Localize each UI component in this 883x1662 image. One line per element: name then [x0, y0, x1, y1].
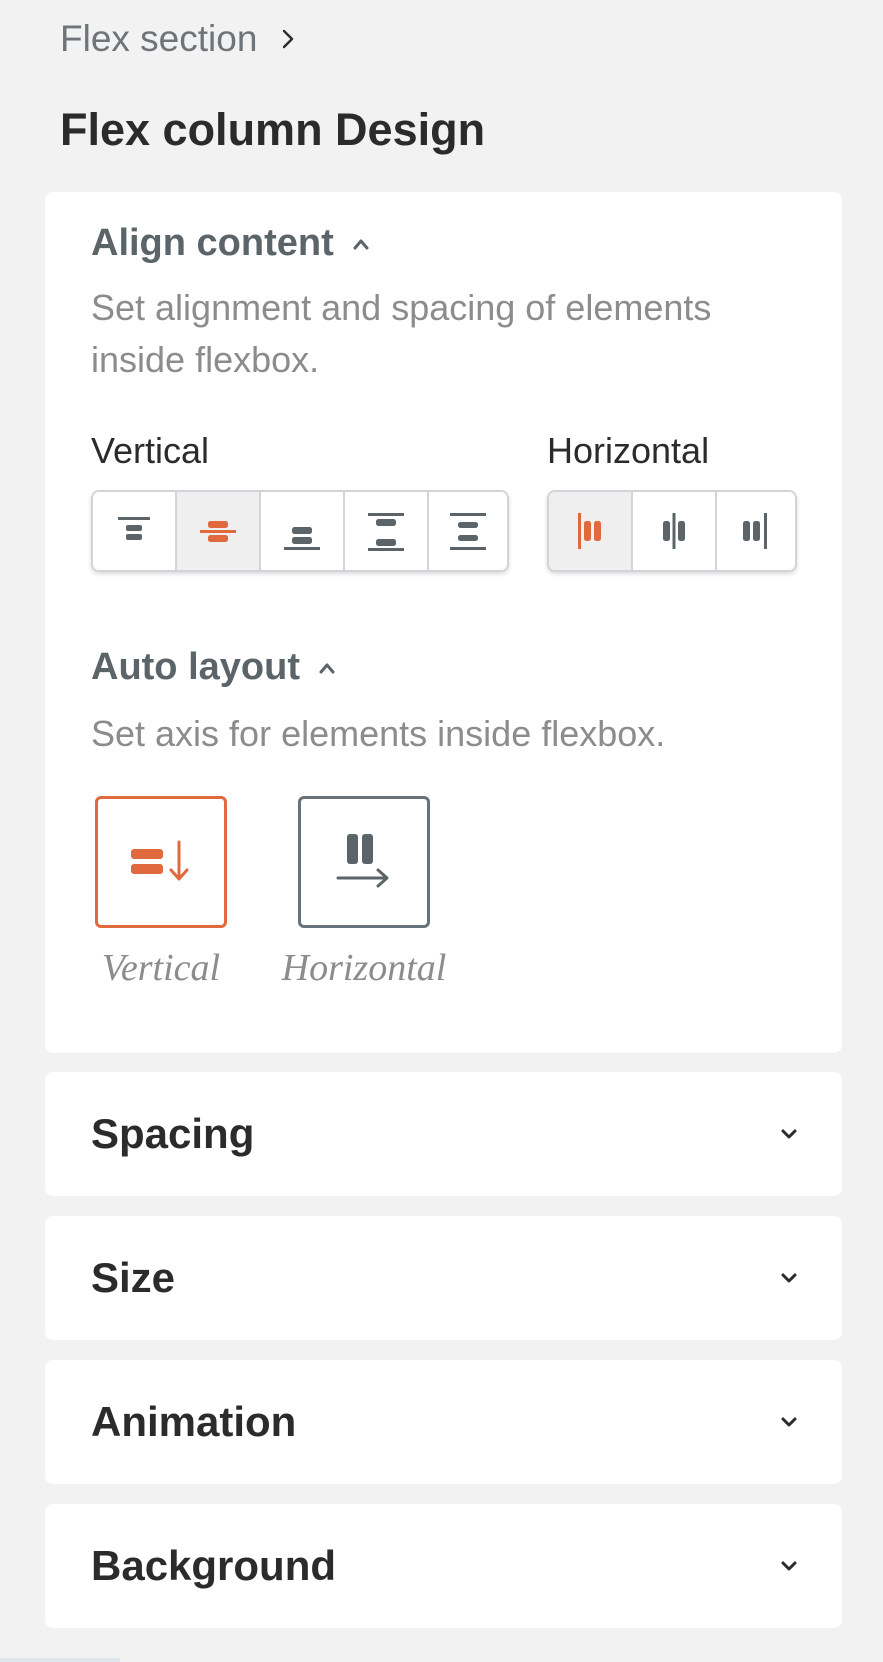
- align-content-header[interactable]: Align content: [91, 222, 372, 265]
- section-title: Spacing: [91, 1110, 255, 1157]
- bottom-scroll-indicator: [0, 1658, 120, 1662]
- vertical-align-bottom-button[interactable]: [261, 492, 345, 570]
- horizontal-axis-icon: [336, 834, 389, 888]
- space-between-icon: [368, 513, 404, 551]
- align-center-icon: [200, 521, 236, 542]
- design-panel: Flex section Flex column Design Align co…: [0, 0, 883, 1662]
- animation-section[interactable]: Animation: [45, 1360, 842, 1484]
- align-bottom-icon: [284, 527, 320, 550]
- layout-horizontal-button[interactable]: [298, 796, 430, 928]
- align-middle-icon: [663, 513, 685, 549]
- align-right-icon: [743, 513, 767, 549]
- chevron-up-icon: [353, 239, 369, 249]
- horizontal-align-label: Horizontal: [547, 430, 710, 471]
- vertical-space-between-button[interactable]: [345, 492, 429, 570]
- chevron-down-icon: [781, 1417, 797, 1427]
- chevron-down-icon: [781, 1273, 797, 1283]
- chevron-down-icon: [781, 1129, 797, 1139]
- background-section[interactable]: Background: [45, 1504, 842, 1628]
- horizontal-align-center-button[interactable]: [633, 492, 717, 570]
- align-content-title: Align content: [91, 222, 334, 264]
- chevron-up-icon: [319, 663, 335, 673]
- chevron-right-icon: [283, 29, 294, 49]
- vertical-align-center-button[interactable]: [177, 492, 261, 570]
- space-around-icon: [450, 513, 486, 550]
- page-title: Flex column Design: [60, 104, 486, 155]
- vertical-align-label: Vertical: [91, 430, 210, 471]
- align-content-description: Set alignment and spacing of elements in…: [91, 287, 712, 380]
- auto-layout-header[interactable]: Auto layout: [91, 646, 338, 689]
- breadcrumb[interactable]: Flex section: [60, 18, 299, 60]
- vertical-axis-icon: [131, 840, 189, 881]
- section-title: Background: [91, 1542, 337, 1589]
- size-section[interactable]: Size: [45, 1216, 842, 1340]
- section-title: Animation: [91, 1398, 297, 1445]
- layout-option-horizontal[interactable]: Horizontal: [261, 796, 467, 990]
- section-title: Size: [91, 1254, 176, 1301]
- vertical-align-top-button[interactable]: [93, 492, 177, 570]
- vertical-align-group: [91, 490, 509, 572]
- horizontal-align-right-button[interactable]: [717, 492, 795, 570]
- layout-option-vertical[interactable]: Vertical: [71, 796, 251, 990]
- horizontal-align-group: [547, 490, 797, 572]
- align-left-icon: [578, 513, 601, 549]
- spacing-section[interactable]: Spacing: [45, 1072, 842, 1196]
- align-layout-card: Align content Set alignment and spacing …: [45, 192, 842, 1053]
- horizontal-align-left-button[interactable]: [549, 492, 633, 570]
- breadcrumb-label[interactable]: Flex section: [60, 18, 257, 60]
- chevron-down-icon: [781, 1561, 797, 1571]
- vertical-space-around-button[interactable]: [429, 492, 507, 570]
- auto-layout-description: Set axis for elements inside flexbox.: [91, 713, 666, 754]
- layout-option-label: Horizontal: [281, 947, 447, 989]
- layout-vertical-button[interactable]: [95, 796, 227, 928]
- auto-layout-title: Auto layout: [91, 646, 300, 688]
- align-top-icon: [118, 517, 150, 540]
- layout-option-label: Vertical: [101, 947, 221, 989]
